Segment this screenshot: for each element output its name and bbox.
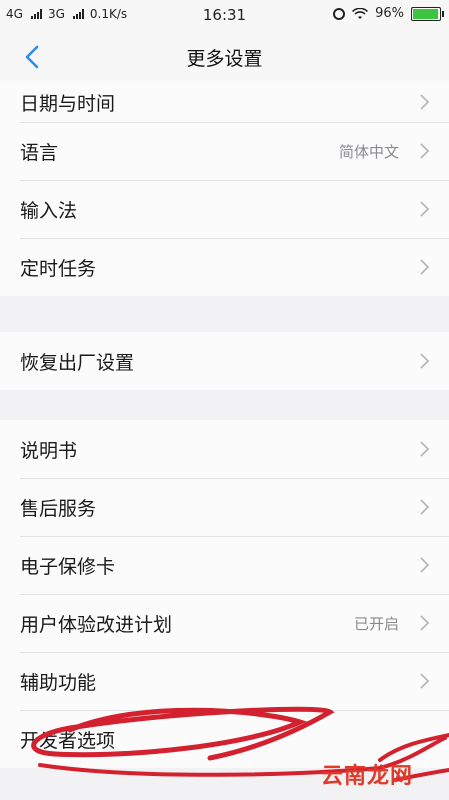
settings-item-label: 输入法: [20, 199, 78, 222]
settings-item-label: 开发者选项: [20, 729, 116, 752]
chevron-right-icon: [420, 259, 430, 275]
chevron-right-icon: [420, 441, 430, 457]
settings-item-user-experience[interactable]: 用户体验改进计划 已开启: [0, 594, 449, 652]
settings-item-label: 语言: [20, 141, 59, 164]
settings-group-general: 日期与时间 语言 简体中文 输入法 定时任务: [0, 82, 449, 296]
chevron-right-icon: [420, 201, 430, 217]
chevron-right-icon: [420, 353, 430, 369]
settings-item-label: 说明书: [20, 439, 78, 462]
chevron-right-icon: [420, 94, 430, 110]
battery-icon: [411, 6, 444, 21]
chevron-right-icon: [420, 673, 430, 689]
settings-item-language[interactable]: 语言 简体中文: [0, 122, 449, 180]
settings-item-input-method[interactable]: 输入法: [0, 180, 449, 238]
chevron-right-icon: [420, 615, 430, 631]
settings-group-support: 说明书 售后服务 电子保修卡 用户体验改进计划 已开启 辅助功能 开发者选项: [0, 420, 449, 768]
settings-item-value: 简体中文: [338, 142, 399, 161]
settings-item-scheduled-tasks[interactable]: 定时任务: [0, 238, 449, 296]
settings-item-after-sales[interactable]: 售后服务: [0, 478, 449, 536]
status-bar: 4G 3G 0.1K/s 16:31 96%: [0, 0, 449, 30]
chevron-right-icon: [420, 143, 430, 159]
settings-item-label: 电子保修卡: [20, 555, 116, 578]
chevron-right-icon: [420, 557, 430, 573]
settings-item-warranty-card[interactable]: 电子保修卡: [0, 536, 449, 594]
settings-group-reset: 恢复出厂设置: [0, 332, 449, 390]
settings-item-manual[interactable]: 说明书: [0, 420, 449, 478]
settings-item-label: 辅助功能: [20, 671, 97, 694]
settings-item-factory-reset[interactable]: 恢复出厂设置: [0, 332, 449, 390]
settings-item-label: 恢复出厂设置: [20, 351, 135, 374]
settings-item-label: 用户体验改进计划: [20, 613, 173, 636]
settings-item-date-time[interactable]: 日期与时间: [0, 82, 449, 122]
battery-percent: 96%: [375, 6, 404, 21]
alarm-icon: [333, 7, 346, 20]
wifi-icon: [352, 7, 369, 19]
settings-item-accessibility[interactable]: 辅助功能: [0, 652, 449, 710]
settings-item-value: 已开启: [353, 614, 399, 633]
navigation-bar: 更多设置: [0, 30, 449, 82]
settings-item-label: 售后服务: [20, 497, 97, 520]
status-right: 96%: [333, 6, 444, 21]
settings-item-label: 日期与时间: [20, 92, 116, 115]
page-title: 更多设置: [186, 48, 263, 70]
watermark: 云南龙网: [320, 764, 413, 789]
chevron-right-icon: [420, 499, 430, 515]
settings-item-label: 定时任务: [20, 257, 97, 280]
